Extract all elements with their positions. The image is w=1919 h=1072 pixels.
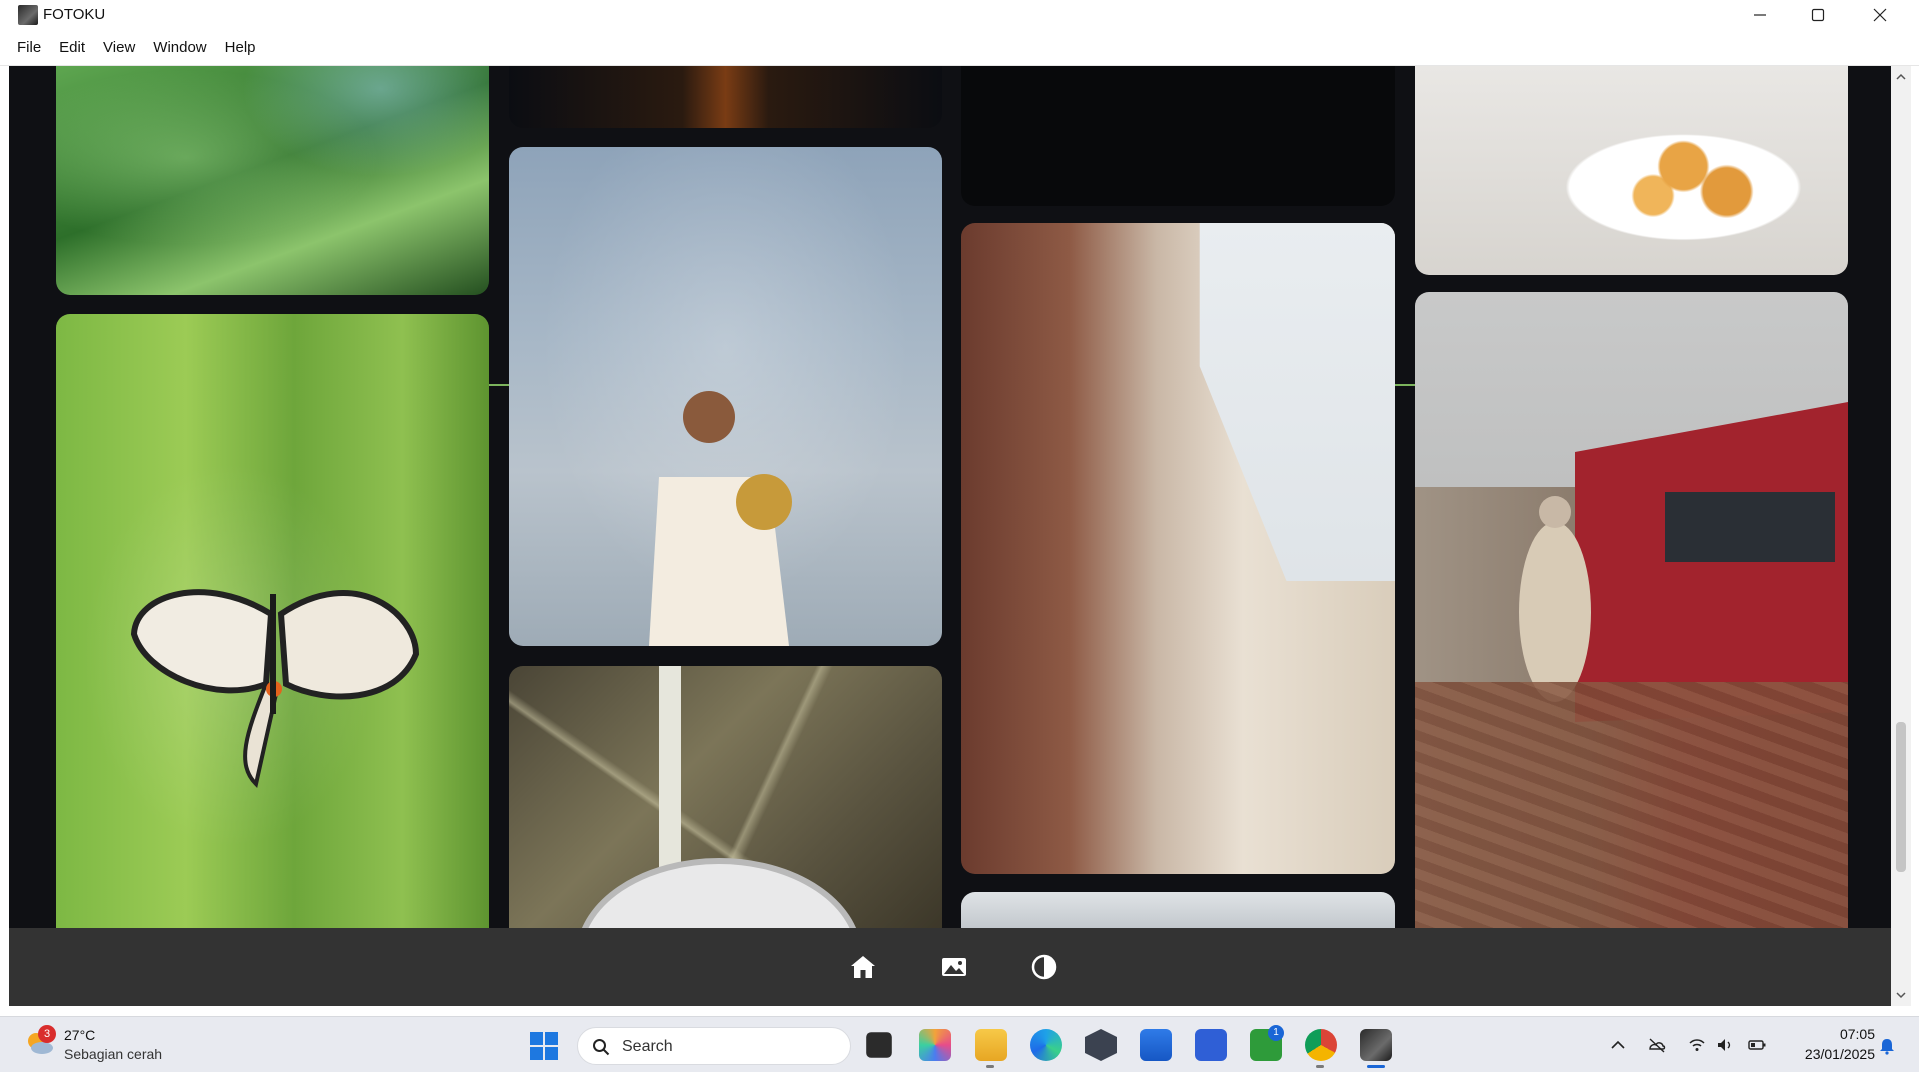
close-button[interactable] xyxy=(1851,0,1909,30)
search-label: Search xyxy=(622,1038,673,1055)
menu-bar: File Edit View Window Help xyxy=(0,30,1919,66)
blue-app-icon[interactable] xyxy=(1195,1029,1227,1061)
photo-trees[interactable] xyxy=(961,892,1395,928)
bottom-nav xyxy=(9,928,1891,1006)
menu-edit[interactable]: Edit xyxy=(50,34,94,62)
photo-clock[interactable] xyxy=(509,666,942,928)
chrome-icon[interactable] xyxy=(1305,1029,1337,1061)
minimize-button[interactable] xyxy=(1731,0,1789,30)
app-running-indicator xyxy=(1316,1065,1324,1068)
chevron-up-icon[interactable] xyxy=(1609,1036,1627,1054)
scroll-thumb[interactable] xyxy=(1896,722,1906,872)
contrast-icon xyxy=(1031,954,1057,980)
edge-icon[interactable] xyxy=(1030,1029,1062,1061)
cube-app-icon[interactable] xyxy=(1085,1029,1117,1061)
image-icon xyxy=(942,958,966,976)
scroll-down-icon[interactable] xyxy=(1896,990,1906,1000)
tram-figure xyxy=(1519,402,1848,722)
man-figure xyxy=(649,391,792,646)
copilot-icon[interactable] xyxy=(919,1029,951,1061)
title-bar: FOTOKU xyxy=(0,0,1919,30)
butterfly-figure xyxy=(130,589,420,788)
battery-icon[interactable] xyxy=(1748,1036,1766,1054)
file-explorer-icon[interactable] xyxy=(975,1029,1007,1061)
menu-help[interactable]: Help xyxy=(216,34,265,62)
maximize-button[interactable] xyxy=(1789,0,1847,30)
taskbar-search[interactable]: Search xyxy=(577,1027,851,1065)
menu-file[interactable]: File xyxy=(8,34,50,62)
clock-date[interactable]: 23/01/2025 xyxy=(1787,1046,1875,1062)
menu-window[interactable]: Window xyxy=(144,34,215,62)
app-active-indicator xyxy=(1367,1065,1385,1068)
menu-view[interactable]: View xyxy=(94,34,144,62)
clock-figure xyxy=(581,666,857,928)
app-icon xyxy=(18,5,38,25)
weather-badge: 3 xyxy=(38,1025,56,1043)
vertical-scrollbar[interactable] xyxy=(1891,66,1911,1006)
photo-dark[interactable] xyxy=(961,66,1395,206)
home-button[interactable] xyxy=(846,950,880,984)
photo-buildings[interactable] xyxy=(961,223,1395,874)
microsoft-store-icon[interactable] xyxy=(1140,1029,1172,1061)
photo-city-night[interactable] xyxy=(509,66,942,128)
minimize-icon xyxy=(1754,14,1766,16)
xbox-badge: 1 xyxy=(1268,1025,1284,1041)
close-icon xyxy=(1873,8,1887,22)
scroll-up-icon[interactable] xyxy=(1896,72,1906,82)
weather-description[interactable]: Sebagian cerah xyxy=(64,1046,162,1062)
window-title: FOTOKU xyxy=(43,6,106,23)
task-view-icon[interactable] xyxy=(866,1032,892,1058)
home-icon xyxy=(851,956,875,978)
weather-temperature[interactable]: 27°C xyxy=(64,1027,95,1043)
volume-icon[interactable] xyxy=(1716,1036,1734,1054)
gallery-area xyxy=(9,66,1891,928)
onedrive-icon[interactable] xyxy=(1648,1036,1666,1054)
taskbar: 3 27°C Sebagian cerah Search 1 07:05 23/… xyxy=(0,1016,1919,1072)
photo-tram[interactable] xyxy=(1415,292,1848,928)
fotoku-taskbar-icon[interactable] xyxy=(1360,1029,1392,1061)
theme-button[interactable] xyxy=(1027,950,1061,984)
wifi-icon[interactable] xyxy=(1688,1036,1706,1054)
maximize-icon xyxy=(1811,8,1825,22)
photo-man-flowers[interactable] xyxy=(509,147,942,646)
notification-bell-icon[interactable] xyxy=(1878,1037,1896,1055)
gallery-button[interactable] xyxy=(937,950,971,984)
windows-start-icon[interactable] xyxy=(529,1031,559,1061)
photo-grass[interactable] xyxy=(56,66,489,295)
app-running-indicator xyxy=(986,1065,994,1068)
photo-butterfly[interactable] xyxy=(56,314,489,928)
search-icon xyxy=(593,1039,610,1056)
clock-time[interactable]: 07:05 xyxy=(1827,1026,1875,1042)
photo-pastries[interactable] xyxy=(1415,66,1848,275)
